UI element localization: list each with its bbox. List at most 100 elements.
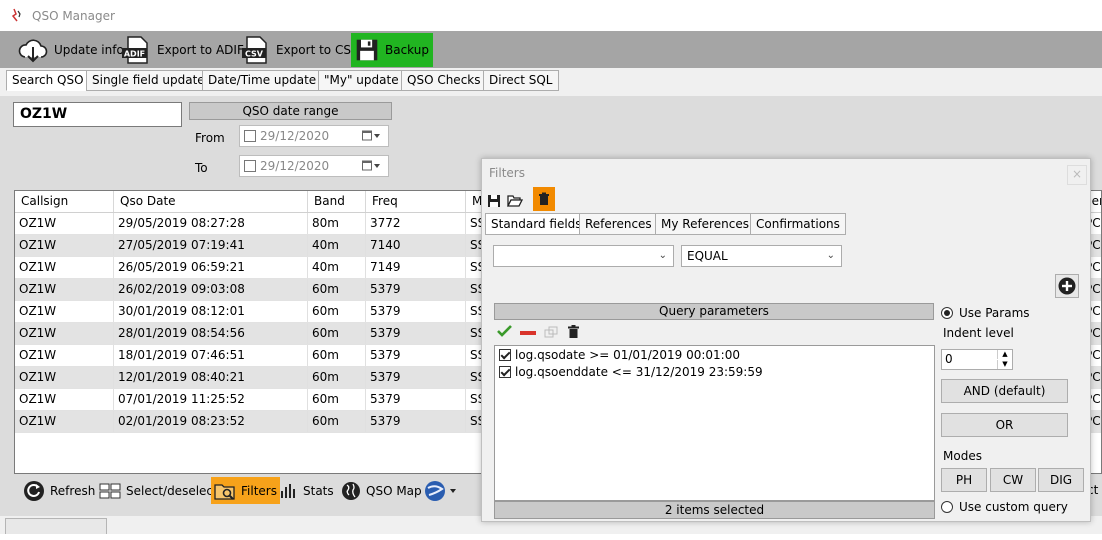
cell-qso-date: 02/01/2019 08:23:52	[114, 411, 308, 432]
add-criteria-button[interactable]	[1055, 274, 1079, 298]
filters-label: Filters	[241, 483, 277, 498]
item-checkbox[interactable]	[499, 349, 511, 361]
modes-label: Modes	[943, 449, 982, 463]
mode-dig-button[interactable]: DIG	[1038, 468, 1084, 492]
tab-my-update[interactable]: "My" update	[318, 70, 405, 91]
cell-band: 60m	[308, 367, 366, 388]
update-info-button[interactable]: Update info	[14, 33, 128, 67]
floppy-disk-icon	[356, 39, 378, 61]
refresh-icon	[24, 480, 44, 501]
operator-select-value: EQUAL	[687, 249, 728, 263]
column-header-qso-date[interactable]: Qso Date	[114, 191, 308, 212]
check-all-icon[interactable]	[497, 325, 513, 337]
title-bar: QSO Manager	[0, 0, 1102, 31]
cell-freq: 5379	[366, 323, 466, 344]
update-info-label: Update info	[54, 43, 124, 57]
adif-badge-text: ADIF	[124, 50, 145, 59]
cell-band: 60m	[308, 279, 366, 300]
to-date-value: 29/12/2020	[260, 159, 330, 173]
calendar-dropdown-icon	[362, 130, 380, 141]
refresh-button[interactable]: Refresh	[20, 477, 98, 504]
calendar-dropdown-icon	[362, 160, 380, 171]
indent-level-label: Indent level	[943, 326, 1014, 340]
spin-up-icon[interactable]: ▲	[997, 350, 1012, 359]
cell-band: 40m	[308, 257, 366, 278]
from-label: From	[195, 131, 225, 145]
globe-icon	[342, 481, 360, 500]
export-csv-label: Export to CSV	[276, 43, 360, 57]
cell-band: 60m	[308, 323, 366, 344]
select-deselect-button[interactable]: Select/deselect	[96, 477, 221, 504]
column-header-freq[interactable]: Freq	[366, 191, 466, 212]
cell-qso-date: 28/01/2019 08:54:56	[114, 323, 308, 344]
tab-confirmations[interactable]: Confirmations	[750, 213, 846, 235]
trash-icon[interactable]	[568, 325, 579, 338]
qso-map-button[interactable]: QSO Map	[338, 477, 425, 504]
remove-icon[interactable]	[520, 331, 536, 336]
tab-standard-fields[interactable]: Standard fields	[485, 213, 588, 235]
export-adif-label: Export to ADIF	[157, 43, 244, 57]
cell-callsign: OZ1W	[15, 323, 114, 344]
mode-ph-button[interactable]: PH	[941, 468, 987, 492]
cell-band: 60m	[308, 411, 366, 432]
google-earth-dropdown[interactable]	[421, 477, 461, 504]
qso-date-range-header: QSO date range	[189, 102, 392, 120]
delete-filter-button[interactable]	[533, 187, 555, 211]
column-header-band[interactable]: Band	[308, 191, 366, 212]
close-button[interactable]: ×	[1067, 165, 1087, 185]
from-date-checkbox[interactable]	[244, 130, 256, 142]
tab-search-qso[interactable]: Search QSO	[6, 70, 90, 91]
radio-indicator[interactable]	[941, 307, 953, 319]
save-filter-button[interactable]	[485, 191, 503, 211]
backup-button[interactable]: Backup	[351, 33, 433, 67]
cloud-download-icon	[18, 39, 48, 63]
export-adif-button[interactable]: ADIF Export to ADIF	[117, 33, 248, 67]
open-filter-button[interactable]	[506, 191, 524, 211]
chevron-down-icon: ⌄	[826, 250, 835, 261]
export-csv-button[interactable]: CSV Export to CSV	[236, 33, 363, 67]
csv-badge-text: CSV	[245, 50, 264, 59]
indent-level-spinbox[interactable]: 0 ▲ ▼	[941, 349, 1013, 370]
copy-icon[interactable]	[544, 326, 558, 338]
use-params-label: Use Params	[959, 306, 1030, 320]
list-item[interactable]: log.qsodate >= 01/01/2019 00:01:00	[499, 348, 740, 362]
callsign-input[interactable]: OZ1W	[13, 102, 182, 127]
tab-my-references[interactable]: My References	[655, 213, 755, 235]
cell-freq: 5379	[366, 345, 466, 366]
tab-qso-checks[interactable]: QSO Checks	[401, 70, 487, 91]
cell-callsign: OZ1W	[15, 301, 114, 322]
cell-band: 60m	[308, 301, 366, 322]
to-date-picker[interactable]: 29/12/2020	[239, 155, 389, 177]
item-label: log.qsoenddate <= 31/12/2019 23:59:59	[515, 365, 763, 379]
folder-open-icon	[507, 195, 523, 207]
list-item[interactable]: log.qsoenddate <= 31/12/2019 23:59:59	[499, 365, 763, 379]
to-date-checkbox[interactable]	[244, 160, 256, 172]
custom-query-radio[interactable]: Use custom query	[941, 500, 1068, 514]
cell-qso-date: 27/05/2019 07:19:41	[114, 235, 308, 256]
from-date-picker[interactable]: 29/12/2020	[239, 125, 389, 147]
bar-chart-icon	[281, 483, 295, 498]
spin-down-icon[interactable]: ▼	[997, 360, 1012, 369]
filter-folder-icon	[214, 483, 235, 500]
column-header-callsign[interactable]: Callsign	[15, 191, 114, 212]
tab-single-field-update[interactable]: Single field update	[86, 70, 211, 91]
cell-band: 60m	[308, 345, 366, 366]
or-button[interactable]: OR	[941, 413, 1068, 437]
mode-cw-button[interactable]: CW	[990, 468, 1036, 492]
tab-date-time-update[interactable]: Date/Time update	[202, 70, 323, 91]
filters-button[interactable]: Filters	[211, 477, 280, 504]
cell-freq: 3772	[366, 213, 466, 234]
cell-freq: 5379	[366, 411, 466, 432]
cell-band: 60m	[308, 389, 366, 410]
use-params-radio[interactable]: Use Params	[941, 306, 1030, 320]
and-default-button[interactable]: AND (default)	[941, 379, 1068, 403]
cell-freq: 5379	[366, 367, 466, 388]
field-select[interactable]: ⌄	[493, 245, 674, 267]
radio-indicator[interactable]	[941, 501, 953, 513]
item-checkbox[interactable]	[499, 366, 511, 378]
stats-button[interactable]: Stats	[277, 477, 337, 504]
operator-select[interactable]: EQUAL ⌄	[681, 245, 842, 267]
tab-references[interactable]: References	[579, 213, 658, 235]
backup-label: Backup	[385, 43, 429, 57]
tab-direct-sql[interactable]: Direct SQL	[483, 70, 559, 91]
